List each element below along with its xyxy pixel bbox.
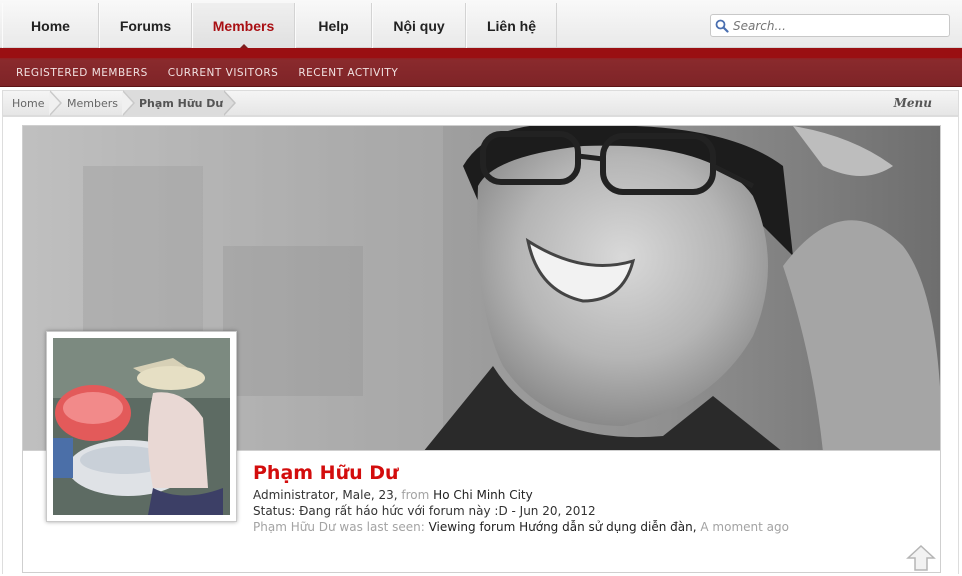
from-label: from xyxy=(401,488,430,502)
search-icon[interactable] xyxy=(715,19,729,33)
top-navigation: Home Forums Members Help Nội quy Liên hệ xyxy=(0,0,962,49)
search-input[interactable] xyxy=(733,18,943,33)
subnav-registered-members[interactable]: REGISTERED MEMBERS xyxy=(16,67,148,79)
status-label: Status: xyxy=(253,504,296,518)
tab-home-label: Home xyxy=(31,17,70,34)
avatar-photo xyxy=(53,338,230,515)
activity-forum-link[interactable]: Hướng dẫn sử dụng diễn đàn, xyxy=(519,520,696,534)
member-status: Status: Đang rất háo hức với forum này :… xyxy=(253,504,596,518)
main-tabs: Home Forums Members Help Nội quy Liên hệ xyxy=(2,3,557,49)
breadcrumb-members[interactable]: Members xyxy=(67,91,118,115)
breadcrumb-end-cap-inner xyxy=(223,91,234,115)
tab-noi-quy[interactable]: Nội quy xyxy=(372,3,466,48)
member-location-link[interactable]: Ho Chi Minh City xyxy=(433,488,533,502)
search-box[interactable] xyxy=(710,14,950,37)
tab-help[interactable]: Help xyxy=(295,3,372,48)
breadcrumb-current-member: Phạm Hữu Dư xyxy=(124,91,224,115)
subnav-recent-activity[interactable]: RECENT ACTIVITY xyxy=(298,67,398,79)
breadcrumb-separator-inner xyxy=(49,91,60,115)
subnav-current-visitors[interactable]: CURRENT VISITORS xyxy=(168,67,279,79)
tab-lien-he[interactable]: Liên hệ xyxy=(466,3,557,48)
scroll-to-top-button[interactable] xyxy=(906,544,936,572)
breadcrumb-home[interactable]: Home xyxy=(12,91,44,115)
status-text: Đang rất háo hức với forum này :D - Jun … xyxy=(299,504,596,518)
avatar-image xyxy=(53,338,230,515)
member-name: Phạm Hữu Dư xyxy=(253,462,399,484)
subnav-links: REGISTERED MEMBERS CURRENT VISITORS RECE… xyxy=(16,67,418,79)
sub-navigation: REGISTERED MEMBERS CURRENT VISITORS RECE… xyxy=(0,48,962,87)
member-role-line: Administrator, Male, 23, xyxy=(253,488,398,502)
activity-time: A moment ago xyxy=(700,520,789,534)
subnav-top-band xyxy=(0,48,962,58)
activity-link[interactable]: Viewing forum xyxy=(429,520,516,534)
tab-noi-quy-label: Nội quy xyxy=(393,17,445,34)
member-details: Administrator, Male, 23, from Ho Chi Min… xyxy=(253,488,533,502)
breadcrumb: Home Members Phạm Hữu Dư Menu xyxy=(2,90,959,116)
member-last-seen: Phạm Hữu Dư was last seen: Viewing forum… xyxy=(253,520,789,534)
tab-forums[interactable]: Forums xyxy=(99,3,192,48)
breadcrumb-separator-2-inner xyxy=(122,91,133,115)
tab-lien-he-label: Liên hệ xyxy=(486,17,536,34)
tab-forums-label: Forums xyxy=(119,17,172,34)
breadcrumb-menu-button[interactable]: Menu xyxy=(894,96,932,110)
tab-members-label: Members xyxy=(212,17,275,34)
tab-home[interactable]: Home xyxy=(2,3,99,48)
last-seen-label: Phạm Hữu Dư was last seen: xyxy=(253,520,425,534)
avatar[interactable] xyxy=(46,331,237,522)
tab-members[interactable]: Members xyxy=(192,3,295,49)
tab-help-label: Help xyxy=(318,17,349,34)
scroll-to-top-icon xyxy=(906,544,936,571)
